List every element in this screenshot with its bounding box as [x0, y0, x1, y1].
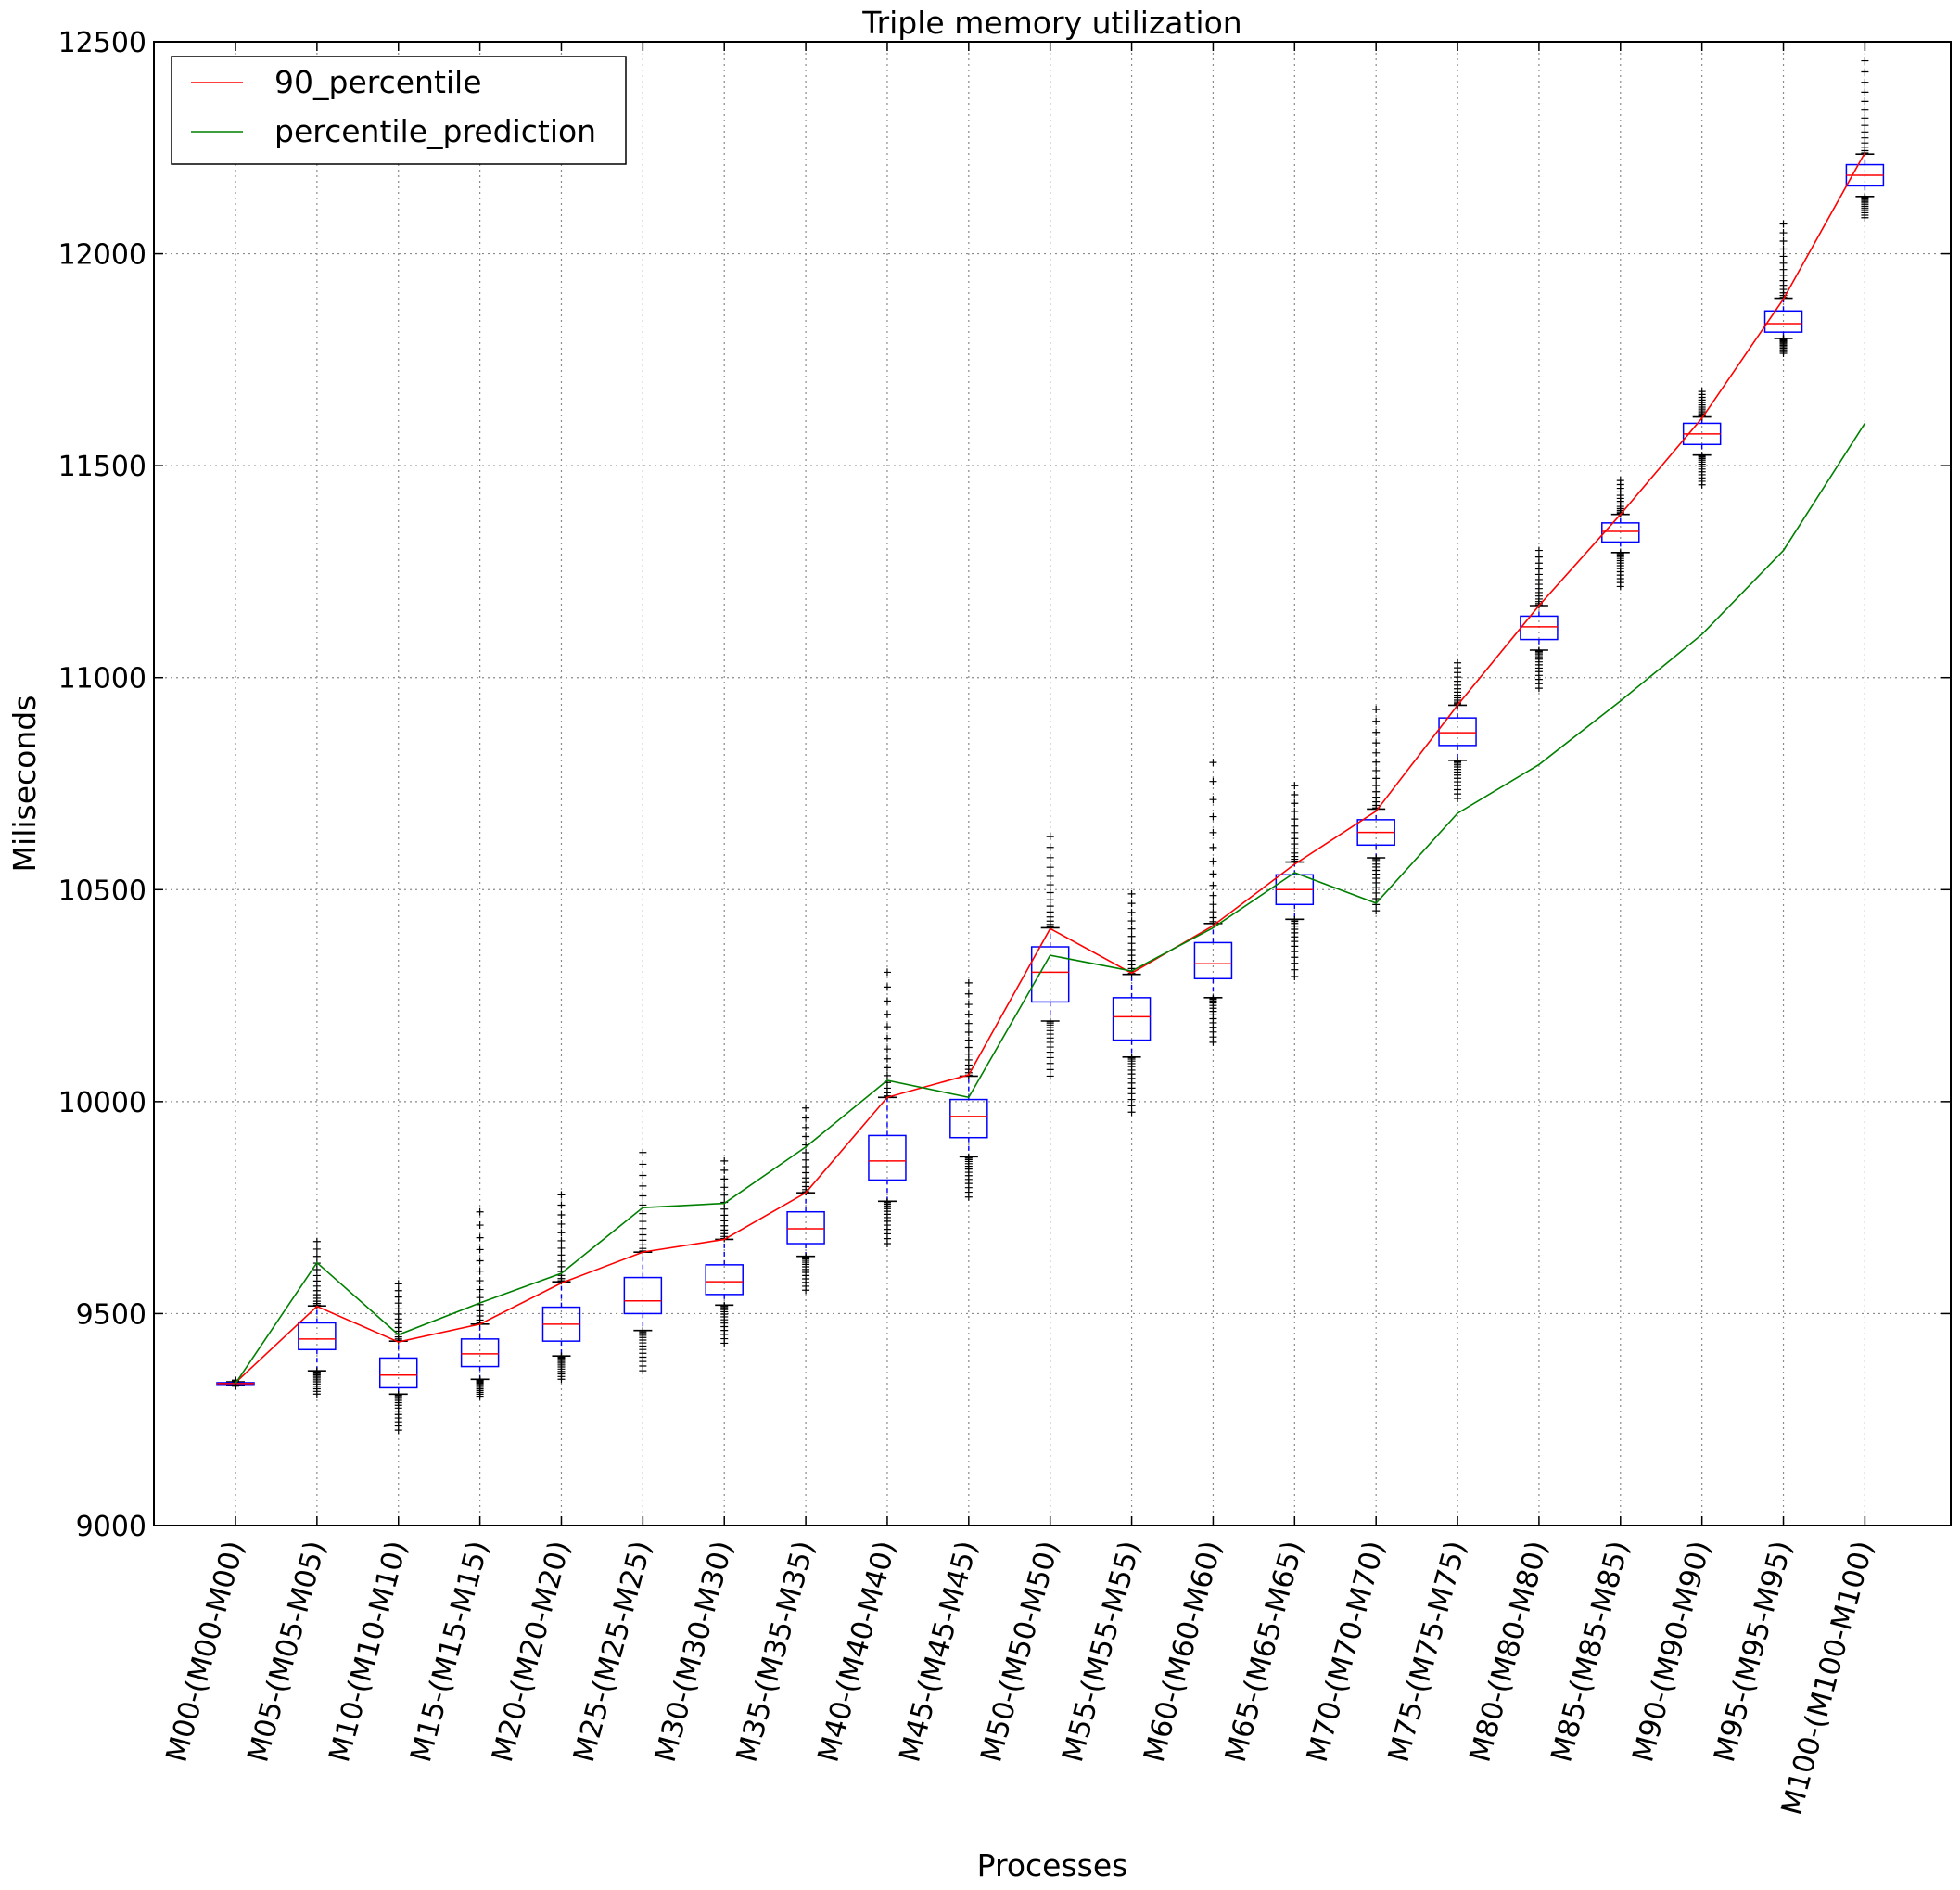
plot-area — [154, 42, 1951, 1526]
x-tick-label: M45-(M45-M45) — [893, 1538, 984, 1766]
y-tick-label: 12500 — [58, 27, 146, 59]
x-tick-label: M60-(M60-M60) — [1138, 1538, 1228, 1766]
x-tick-label: M65-(M65-M65) — [1219, 1538, 1310, 1766]
x-tick-label: M95-(M95-M95) — [1708, 1538, 1799, 1766]
y-tick-label: 9000 — [76, 1511, 146, 1543]
y-tick-label: 10500 — [58, 875, 146, 907]
x-tick-label: M80-(M80-M80) — [1463, 1538, 1554, 1766]
x-tick-label: M35-(M35-M35) — [731, 1538, 821, 1766]
x-tick-label: M20-(M20-M20) — [486, 1538, 577, 1766]
y-tick-label: 12000 — [58, 239, 146, 272]
y-axis-label: Miliseconds — [6, 696, 43, 873]
x-tick-label: M10-(M10-M10) — [323, 1538, 414, 1766]
x-tick-label: M55-(M55-M55) — [1056, 1538, 1147, 1766]
x-tick-label: M70-(M70-M70) — [1301, 1538, 1392, 1766]
legend-label-90-percentile: 90_percentile — [274, 64, 482, 100]
y-tick-label: 11000 — [58, 663, 146, 696]
x-tick-label: M05-(M05-M05) — [241, 1538, 332, 1766]
x-tick-label: M25-(M25-M25) — [567, 1538, 658, 1766]
chart-title: Triple memory utilization — [861, 5, 1241, 41]
x-tick-label: M00-(M00-M00) — [160, 1538, 251, 1766]
y-tick-label: 10000 — [58, 1087, 146, 1119]
x-axis-label: Processes — [977, 1847, 1128, 1884]
x-tick-label: M30-(M30-M30) — [649, 1538, 740, 1766]
x-tick-label: M50-(M50-M50) — [974, 1538, 1065, 1766]
legend: 90_percentile percentile_prediction — [171, 56, 627, 165]
x-tick-label: M90-(M90-M90) — [1626, 1538, 1717, 1766]
x-tick-label: M40-(M40-M40) — [811, 1538, 902, 1766]
y-tick-label: 11500 — [58, 451, 146, 483]
x-tick-label: M100-(M100-M100) — [1775, 1538, 1881, 1819]
x-tick-label: M85-(M85-M85) — [1545, 1538, 1635, 1766]
x-tick-label: M75-(M75-M75) — [1382, 1538, 1473, 1766]
chart: 9000 9500 10000 10500 11000 11500 12000 12500 M… — [6, 5, 1952, 1884]
x-tick-label: M15-(M15-M15) — [404, 1538, 495, 1766]
legend-label-percentile-prediction: percentile_prediction — [274, 113, 596, 149]
y-tick-label: 9500 — [76, 1298, 146, 1331]
